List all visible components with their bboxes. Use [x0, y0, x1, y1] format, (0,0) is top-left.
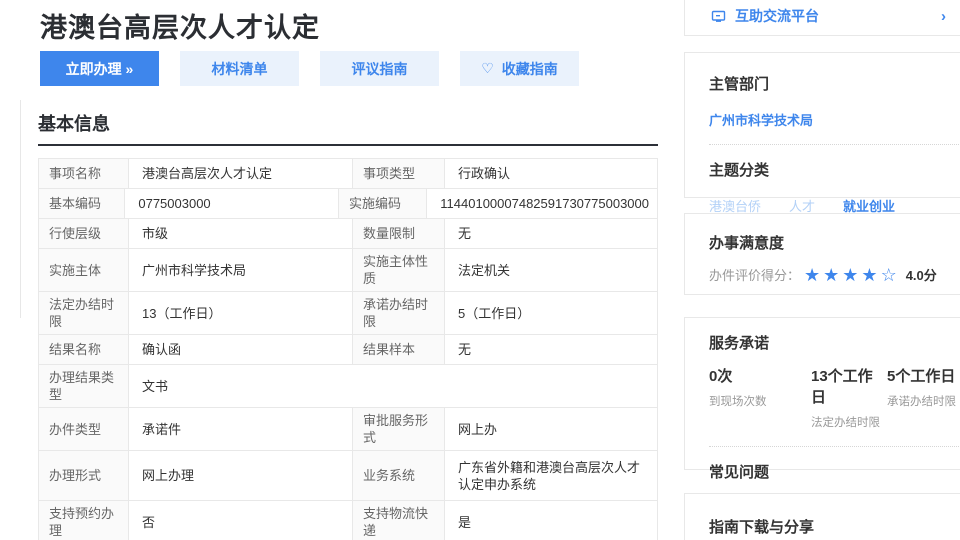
service-detail-page: 港澳台高层次人才认定 立即办理 » 材料清单 评议指南 ♡ 收藏指南 基本信息 …: [0, 0, 960, 540]
field-value: 否: [129, 501, 353, 540]
field-label: 数量限制: [353, 219, 445, 248]
table-row: 行使层级市级数量限制无: [39, 219, 657, 249]
mutual-exchange-platform-link[interactable]: 互助交流平台 ›: [684, 0, 960, 36]
field-label: 行使层级: [39, 219, 129, 248]
stat-value: 5个工作日: [887, 365, 959, 386]
field-label: 事项类型: [353, 159, 445, 188]
dept-card-title: 主管部门: [709, 73, 959, 94]
chevron-right-icon[interactable]: ›: [941, 8, 946, 25]
field-value: 市级: [129, 219, 353, 248]
field-value: 11440100007482591730775003000: [427, 189, 657, 218]
field-value: 13（工作日）: [129, 292, 353, 334]
guide-download-share-title: 指南下载与分享: [709, 516, 959, 537]
score-row: 办件评价得分： ★★★★☆ 4.0分: [709, 265, 959, 284]
field-value: 网上办理: [129, 451, 353, 500]
field-value: 行政确认: [445, 159, 657, 188]
materials-list-button[interactable]: 材料清单: [180, 51, 299, 86]
platform-label: 互助交流平台: [735, 6, 819, 26]
field-value: 广州市科学技术局: [129, 249, 353, 291]
field-value: 无: [445, 335, 657, 364]
dept-link[interactable]: 广州市科学技术局: [709, 110, 813, 129]
left-container-border: [20, 100, 21, 318]
field-label: 实施编码: [339, 189, 427, 218]
field-value: 0775003000: [125, 189, 339, 218]
field-label: 办理形式: [39, 451, 129, 500]
field-value: 港澳台高层次人才认定: [129, 159, 353, 188]
field-value: 法定机关: [445, 249, 657, 291]
guide-download-share-card: 指南下载与分享: [684, 493, 960, 540]
field-label: 支持预约办理: [39, 501, 129, 540]
field-label: 基本编码: [39, 189, 125, 218]
field-label: 业务系统: [353, 451, 445, 500]
service-stat: 0次到现场次数: [709, 365, 811, 430]
service-stats: 0次到现场次数13个工作日法定办结时限5个工作日承诺办结时限: [709, 365, 959, 430]
table-row: 办理形式网上办理业务系统广东省外籍和港澳台高层次人才认定申办系统: [39, 451, 657, 501]
score-value: 4.0分: [906, 265, 937, 284]
dotted-divider: [709, 144, 959, 145]
basic-info-table: 事项名称港澳台高层次人才认定事项类型行政确认基本编码0775003000实施编码…: [38, 158, 658, 540]
stat-label: 到现场次数: [709, 393, 811, 409]
field-label: 办件类型: [39, 408, 129, 450]
stat-value: 0次: [709, 365, 811, 386]
field-label: 结果名称: [39, 335, 129, 364]
table-row: 办件类型承诺件审批服务形式网上办: [39, 408, 657, 451]
table-row: 支持预约办理否支持物流快递是: [39, 501, 657, 540]
field-value: 网上办: [445, 408, 657, 450]
field-value: 文书: [129, 365, 657, 407]
action-button-row: 立即办理 » 材料清单 评议指南 ♡ 收藏指南: [40, 51, 579, 86]
department-card: 主管部门 广州市科学技术局 主题分类 港澳台侨人才就业创业: [684, 52, 960, 198]
table-row: 事项名称港澳台高层次人才认定事项类型行政确认: [39, 159, 657, 189]
page-title: 港澳台高层次人才认定: [40, 6, 320, 45]
favorite-guide-button[interactable]: ♡ 收藏指南: [460, 51, 579, 86]
field-label: 审批服务形式: [353, 408, 445, 450]
service-promise-card: 服务承诺 0次到现场次数13个工作日法定办结时限5个工作日承诺办结时限 常见问题…: [684, 317, 960, 470]
satisfaction-card: 办事满意度 办件评价得分： ★★★★☆ 4.0分: [684, 213, 960, 295]
heart-icon: ♡: [481, 60, 494, 77]
field-value: 广东省外籍和港澳台高层次人才认定申办系统: [445, 451, 657, 500]
satisfaction-title: 办事满意度: [709, 232, 959, 253]
score-label: 办件评价得分：: [709, 265, 800, 284]
basic-info-section-header: 基本信息: [38, 110, 658, 146]
apply-now-button[interactable]: 立即办理 »: [40, 51, 159, 86]
field-label: 结果样本: [353, 335, 445, 364]
field-label: 实施主体: [39, 249, 129, 291]
service-stat: 5个工作日承诺办结时限: [887, 365, 959, 430]
basic-info-title: 基本信息: [38, 110, 658, 136]
field-label: 承诺办结时限: [353, 292, 445, 334]
topic-card-title: 主题分类: [709, 159, 959, 180]
field-value: 是: [445, 501, 657, 540]
field-value: 确认函: [129, 335, 353, 364]
table-row: 结果名称确认函结果样本无: [39, 335, 657, 365]
field-label: 办理结果类型: [39, 365, 129, 407]
favorite-guide-label: 收藏指南: [502, 59, 558, 79]
field-label: 支持物流快递: [353, 501, 445, 540]
service-stat: 13个工作日法定办结时限: [811, 365, 887, 430]
field-value: 承诺件: [129, 408, 353, 450]
stat-label: 承诺办结时限: [887, 393, 959, 409]
stat-value: 13个工作日: [811, 365, 887, 407]
field-label: 实施主体性质: [353, 249, 445, 291]
stat-label: 法定办结时限: [811, 414, 887, 430]
table-row: 实施主体广州市科学技术局实施主体性质法定机关: [39, 249, 657, 292]
field-label: 法定办结时限: [39, 292, 129, 334]
dotted-divider: [709, 446, 959, 447]
service-promise-title: 服务承诺: [709, 332, 959, 353]
star-rating-icons: ★★★★☆: [804, 266, 900, 284]
field-value: 5（工作日）: [445, 292, 657, 334]
faq-title: 常见问题: [709, 461, 959, 482]
table-row: 办理结果类型文书: [39, 365, 657, 408]
field-label: 事项名称: [39, 159, 129, 188]
chat-platform-icon: [711, 9, 726, 24]
table-row: 基本编码0775003000实施编码1144010000748259173077…: [39, 189, 657, 219]
table-row: 法定办结时限13（工作日）承诺办结时限5（工作日）: [39, 292, 657, 335]
field-value: 无: [445, 219, 657, 248]
review-guide-button[interactable]: 评议指南: [320, 51, 439, 86]
